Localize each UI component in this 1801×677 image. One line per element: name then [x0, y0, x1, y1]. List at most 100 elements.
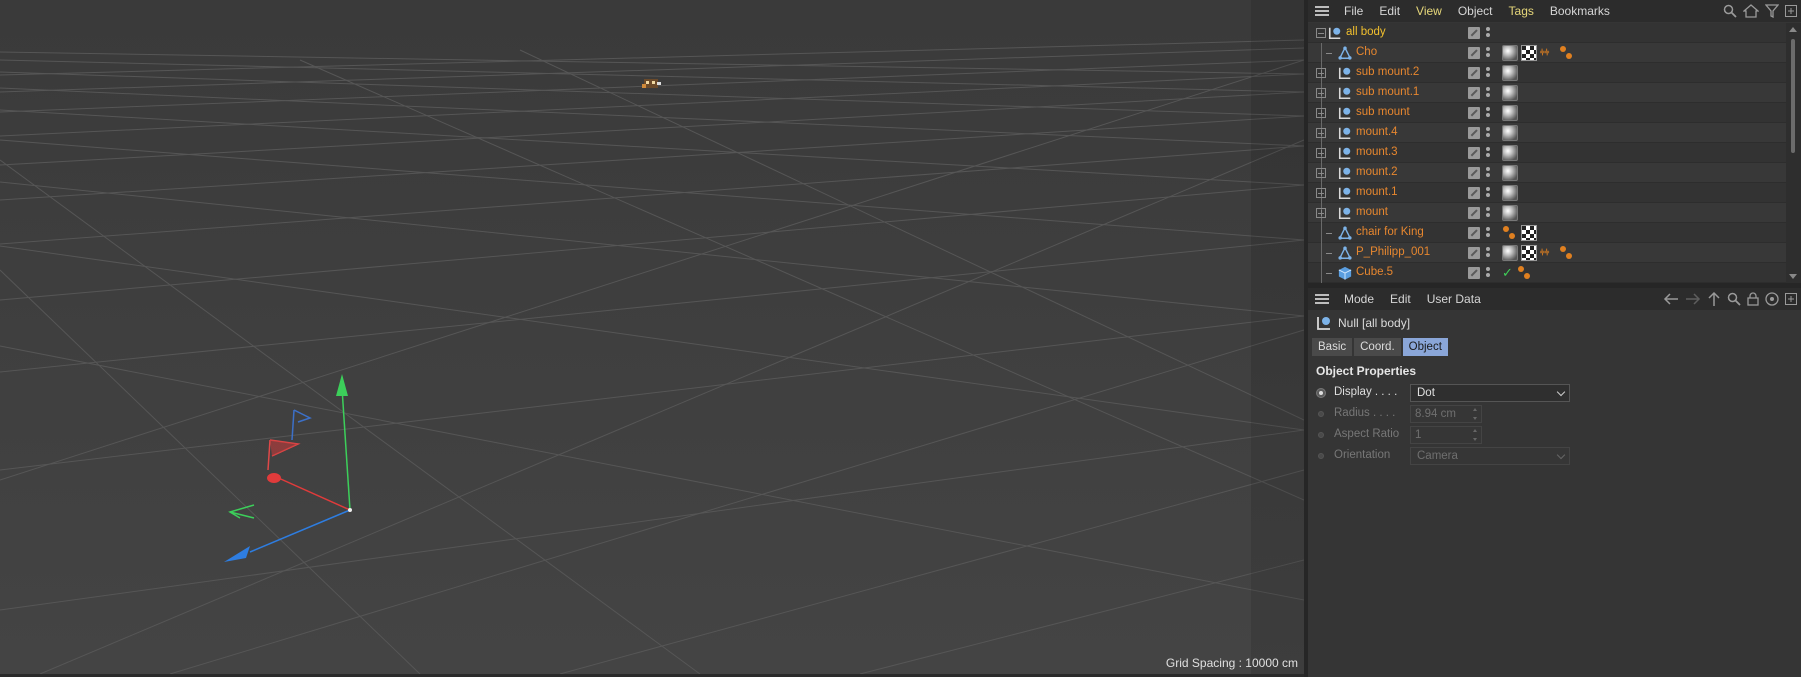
object-row[interactable]: sub mount.2 — [1308, 63, 1786, 83]
object-name[interactable]: sub mount.2 — [1356, 66, 1419, 78]
material-tag-icon[interactable] — [1502, 245, 1518, 261]
edit-visibility-icon[interactable] — [1468, 247, 1480, 259]
edit-visibility-icon[interactable] — [1468, 187, 1480, 199]
menu-tags[interactable]: Tags — [1501, 0, 1542, 22]
weight-tag-icon[interactable] — [1559, 45, 1575, 61]
expand-icon[interactable] — [1316, 208, 1326, 218]
edit-visibility-icon[interactable] — [1468, 47, 1480, 59]
edit-visibility-icon[interactable] — [1468, 207, 1480, 219]
3d-viewport[interactable]: Grid Spacing : 10000 cm — [0, 0, 1304, 674]
search-icon[interactable] — [1723, 4, 1737, 18]
object-row[interactable]: chair for King — [1308, 223, 1786, 243]
menu-user-data[interactable]: User Data — [1419, 288, 1489, 310]
object-name[interactable]: mount.3 — [1356, 146, 1398, 158]
ik-tag-icon[interactable]: ⫩⫩ — [1540, 248, 1556, 258]
material-tag-icon[interactable] — [1502, 145, 1518, 161]
edit-visibility-icon[interactable] — [1468, 147, 1480, 159]
display-dropdown[interactable]: Dot — [1410, 384, 1570, 402]
object-row[interactable]: Cho ⫩⫩ — [1308, 43, 1786, 63]
edit-visibility-icon[interactable] — [1468, 267, 1480, 279]
object-list-scrollbar[interactable] — [1786, 23, 1801, 283]
forward-icon[interactable] — [1685, 292, 1701, 306]
edit-visibility-icon[interactable] — [1468, 167, 1480, 179]
object-name[interactable]: mount.1 — [1356, 186, 1398, 198]
weight-tag-icon[interactable] — [1502, 225, 1518, 241]
tab-object[interactable]: Object — [1402, 338, 1448, 356]
visibility-dots-icon[interactable] — [1485, 146, 1491, 160]
object-name[interactable]: sub mount.1 — [1356, 86, 1419, 98]
new-panel-icon[interactable] — [1785, 293, 1797, 305]
visibility-dots-icon[interactable] — [1485, 126, 1491, 140]
display-animate-radio[interactable] — [1316, 388, 1326, 398]
home-icon[interactable] — [1743, 4, 1759, 18]
search-icon[interactable] — [1727, 292, 1741, 306]
visibility-dots-icon[interactable] — [1485, 226, 1491, 240]
menu-bookmarks[interactable]: Bookmarks — [1542, 0, 1618, 22]
material-tag-icon[interactable] — [1502, 105, 1518, 121]
object-name[interactable]: mount.2 — [1356, 166, 1398, 178]
edit-visibility-icon[interactable] — [1468, 227, 1480, 239]
object-name[interactable]: all body — [1346, 26, 1386, 38]
expand-icon[interactable] — [1316, 88, 1326, 98]
object-row[interactable]: mount.4 — [1308, 123, 1786, 143]
object-name[interactable]: sub mount — [1356, 106, 1410, 118]
tab-basic[interactable]: Basic — [1312, 338, 1353, 356]
visibility-dots-icon[interactable] — [1485, 186, 1491, 200]
tab-coord[interactable]: Coord. — [1354, 338, 1401, 356]
visibility-dots-icon[interactable] — [1485, 246, 1491, 260]
menu-file[interactable]: File — [1336, 0, 1371, 22]
menu-edit[interactable]: Edit — [1371, 0, 1408, 22]
visibility-dots-icon[interactable] — [1485, 66, 1491, 80]
scrollbar-thumb[interactable] — [1791, 39, 1795, 153]
edit-visibility-icon[interactable] — [1468, 27, 1480, 39]
target-icon[interactable] — [1765, 292, 1779, 306]
attribute-manager-menu-icon[interactable] — [1308, 288, 1336, 310]
check-icon[interactable]: ✓ — [1502, 265, 1514, 281]
object-row[interactable]: mount.2 — [1308, 163, 1786, 183]
visibility-dots-icon[interactable] — [1485, 106, 1491, 120]
visibility-dots-icon[interactable] — [1485, 206, 1491, 220]
material-tag-icon[interactable] — [1502, 165, 1518, 181]
object-list[interactable]: all body Cho ⫩⫩ sub mount.2 sub mount.1 sub m… — [1308, 23, 1786, 283]
object-row[interactable]: sub mount — [1308, 103, 1786, 123]
distant-object-icon[interactable] — [640, 76, 664, 92]
edit-visibility-icon[interactable] — [1468, 67, 1480, 79]
object-name[interactable]: mount.4 — [1356, 126, 1398, 138]
object-row[interactable]: mount — [1308, 203, 1786, 223]
texture-tag-icon[interactable] — [1521, 225, 1537, 241]
object-name[interactable]: Cho — [1356, 46, 1377, 58]
edit-visibility-icon[interactable] — [1468, 87, 1480, 99]
weight-tag-icon[interactable] — [1517, 265, 1533, 281]
texture-tag-icon[interactable] — [1521, 45, 1537, 61]
expand-icon[interactable] — [1316, 128, 1326, 138]
material-tag-icon[interactable] — [1502, 205, 1518, 221]
lock-icon[interactable] — [1747, 292, 1759, 306]
edit-visibility-icon[interactable] — [1468, 127, 1480, 139]
new-panel-icon[interactable] — [1785, 5, 1797, 17]
visibility-dots-icon[interactable] — [1485, 86, 1491, 100]
material-tag-icon[interactable] — [1502, 125, 1518, 141]
ik-tag-icon[interactable]: ⫩⫩ — [1540, 48, 1556, 58]
collapse-icon[interactable] — [1316, 28, 1326, 38]
object-row[interactable]: Cube.5 ✓ — [1308, 263, 1786, 283]
object-row[interactable]: all body — [1308, 23, 1786, 43]
menu-view[interactable]: View — [1408, 0, 1450, 22]
object-row[interactable]: P_Philipp_001 ⫩⫩ — [1308, 243, 1786, 263]
object-name[interactable]: mount — [1356, 206, 1388, 218]
weight-tag-icon[interactable] — [1559, 245, 1575, 261]
material-tag-icon[interactable] — [1502, 45, 1518, 61]
scroll-down-icon[interactable] — [1789, 274, 1797, 279]
texture-tag-icon[interactable] — [1521, 245, 1537, 261]
visibility-dots-icon[interactable] — [1485, 266, 1491, 280]
material-tag-icon[interactable] — [1502, 85, 1518, 101]
filter-icon[interactable] — [1765, 4, 1779, 18]
material-tag-icon[interactable] — [1502, 65, 1518, 81]
up-icon[interactable] — [1707, 291, 1721, 307]
material-tag-icon[interactable] — [1502, 185, 1518, 201]
object-name[interactable]: Cube.5 — [1356, 266, 1393, 278]
object-name[interactable]: P_Philipp_001 — [1356, 246, 1430, 258]
object-row[interactable]: mount.1 — [1308, 183, 1786, 203]
object-row[interactable]: sub mount.1 — [1308, 83, 1786, 103]
object-row[interactable]: mount.3 — [1308, 143, 1786, 163]
edit-visibility-icon[interactable] — [1468, 107, 1480, 119]
